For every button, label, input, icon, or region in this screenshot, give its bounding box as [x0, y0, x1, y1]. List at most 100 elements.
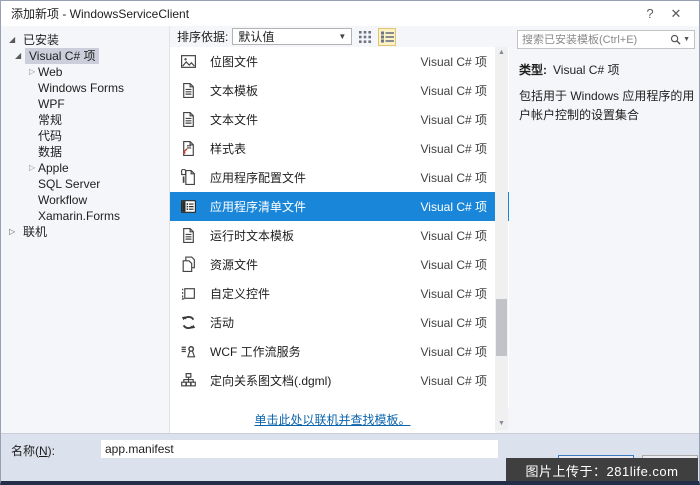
template-label: 运行时文本模板	[210, 227, 421, 244]
stylesheet-icon	[178, 140, 198, 158]
template-label: 资源文件	[210, 256, 421, 273]
chevron-down-icon: ▼	[683, 36, 690, 43]
template-type: Visual C# 项	[421, 372, 487, 389]
list-item[interactable]: 运行时文本模板Visual C# 项	[170, 221, 509, 250]
template-label: 活动	[210, 314, 421, 331]
template-type: Visual C# 项	[421, 314, 487, 331]
tree-node-label: SQL Server	[1, 177, 100, 191]
tree-node-installed[interactable]: ◢ 已安装	[1, 32, 169, 48]
custom-control-icon	[178, 285, 198, 303]
type-line: 类型:Visual C# 项	[519, 61, 695, 78]
template-label: 自定义控件	[210, 285, 421, 302]
name-label-suffix: ):	[48, 444, 55, 458]
search-icon	[670, 34, 681, 45]
name-access-key: N	[39, 444, 48, 458]
chevron-down-icon: ▼	[338, 32, 346, 41]
help-button[interactable]: ?	[637, 6, 663, 21]
sidebar-item[interactable]: 常规	[1, 112, 169, 128]
close-button[interactable]: ✕	[663, 6, 689, 22]
list-item[interactable]: 样式表Visual C# 项	[170, 134, 509, 163]
scroll-up-icon[interactable]: ▲	[495, 47, 508, 59]
search-box[interactable]: ▼	[517, 30, 695, 49]
template-list: 位图文件Visual C# 项文本模板Visual C# 项文本文件Visual…	[170, 47, 509, 407]
sidebar-item[interactable]: 代码	[1, 128, 169, 144]
activity-icon	[178, 314, 198, 332]
template-label: 应用程序清单文件	[210, 198, 421, 215]
dgml-icon	[178, 372, 198, 390]
template-type: Visual C# 项	[421, 169, 487, 186]
titlebar: 添加新项 - WindowsServiceClient ? ✕	[1, 1, 699, 26]
template-panel: 排序依据: 默认值 ▼	[170, 26, 509, 433]
sort-dropdown[interactable]: 默认值 ▼	[232, 28, 352, 45]
tree-node-label: 数据	[1, 145, 62, 159]
tree-node-online[interactable]: ▷ 联机	[1, 224, 169, 240]
name-label-prefix: 名称(	[11, 444, 39, 458]
online-link-row: 单击此处以联机并查找模板。	[170, 407, 495, 433]
category-tree: ◢ 已安装 ◢ Visual C# 项 ▷WebWindows Forms WPF…	[1, 26, 170, 433]
collapsed-triangle-icon[interactable]: ▷	[29, 64, 35, 80]
list-item[interactable]: 文本模板Visual C# 项	[170, 76, 509, 105]
type-value: Visual C# 项	[553, 63, 619, 77]
sort-by-label: 排序依据:	[177, 28, 228, 45]
sidebar-item[interactable]: Windows Forms	[1, 80, 169, 96]
sidebar-item[interactable]: Workflow	[1, 192, 169, 208]
template-description: 包括用于 Windows 应用程序的用户帐户控制的设置集合	[519, 87, 695, 124]
tree-node-label: 联机	[1, 225, 47, 239]
sidebar-item[interactable]: Xamarin.Forms	[1, 208, 169, 224]
scroll-down-icon[interactable]: ▼	[495, 418, 508, 430]
list-item[interactable]: 位图文件Visual C# 项	[170, 47, 509, 76]
tree-node-label: Windows Forms	[1, 81, 124, 95]
collapsed-triangle-icon[interactable]: ▷	[29, 160, 35, 176]
search-input[interactable]	[522, 34, 670, 46]
template-type: Visual C# 项	[421, 53, 487, 70]
tree-node-label: 代码	[1, 129, 62, 143]
template-type: Visual C# 项	[421, 82, 487, 99]
list-item[interactable]: 活动Visual C# 项	[170, 308, 509, 337]
dialog-title: 添加新项 - WindowsServiceClient	[11, 5, 637, 22]
list-item[interactable]: 应用程序清单文件Visual C# 项	[170, 192, 509, 221]
list-view-button[interactable]	[378, 28, 396, 46]
tree-node-visual-csharp[interactable]: ◢ Visual C# 项	[1, 48, 169, 64]
sort-dropdown-value: 默认值	[238, 28, 274, 45]
text-file-icon	[178, 111, 198, 129]
list-item[interactable]: 自定义控件Visual C# 项	[170, 279, 509, 308]
grid-dots-icon	[359, 31, 371, 43]
template-label: 文本模板	[210, 82, 421, 99]
find-templates-online-link[interactable]: 单击此处以联机并查找模板。	[254, 413, 410, 427]
app-config-icon	[178, 169, 198, 187]
sidebar-item[interactable]: SQL Server	[1, 176, 169, 192]
add-new-item-dialog: 添加新项 - WindowsServiceClient ? ✕ ◢ 已安装 ◢ …	[0, 0, 700, 485]
vertical-scrollbar[interactable]: ▲ ▼	[495, 47, 508, 430]
sidebar-item[interactable]: ▷Web	[1, 64, 169, 80]
list-item[interactable]: 文本文件Visual C# 项	[170, 105, 509, 134]
name-label: 名称(N):	[11, 442, 55, 459]
dialog-body: ◢ 已安装 ◢ Visual C# 项 ▷WebWindows Forms WPF…	[1, 26, 699, 433]
bottom-bar: 名称(N): 图片上传于：281life.com	[1, 433, 699, 481]
text-template-icon	[178, 82, 198, 100]
tree-node-label: Xamarin.Forms	[1, 209, 120, 223]
template-type: Visual C# 项	[421, 285, 487, 302]
resource-file-icon	[178, 256, 198, 274]
list-item[interactable]: WCF 工作流服务Visual C# 项	[170, 337, 509, 366]
template-label: 应用程序配置文件	[210, 169, 421, 186]
template-type: Visual C# 项	[421, 111, 487, 128]
runtime-text-template-icon	[178, 227, 198, 245]
tree-node-label: WPF	[1, 97, 65, 111]
list-item[interactable]: 定向关系图文档(.dgml)Visual C# 项	[170, 366, 509, 395]
sidebar-item[interactable]: ▷Apple	[1, 160, 169, 176]
template-label: WCF 工作流服务	[210, 343, 421, 360]
bitmap-file-icon	[178, 53, 198, 71]
small-icons-view-button[interactable]	[356, 28, 374, 46]
scrollbar-thumb[interactable]	[496, 299, 507, 356]
sidebar-item[interactable]: 数据	[1, 144, 169, 160]
expanded-triangle-icon: ◢	[15, 48, 21, 64]
tree-node-label: Workflow	[1, 193, 87, 207]
list-view-icon	[381, 31, 394, 43]
template-type: Visual C# 项	[421, 140, 487, 157]
name-input[interactable]	[101, 440, 498, 458]
list-item[interactable]: 应用程序配置文件Visual C# 项	[170, 163, 509, 192]
sidebar-item[interactable]: WPF	[1, 96, 169, 112]
details-panel: ▼ 类型:Visual C# 项 包括用于 Windows 应用程序的用户帐户控…	[509, 26, 699, 433]
template-label: 位图文件	[210, 53, 421, 70]
list-item[interactable]: 资源文件Visual C# 项	[170, 250, 509, 279]
